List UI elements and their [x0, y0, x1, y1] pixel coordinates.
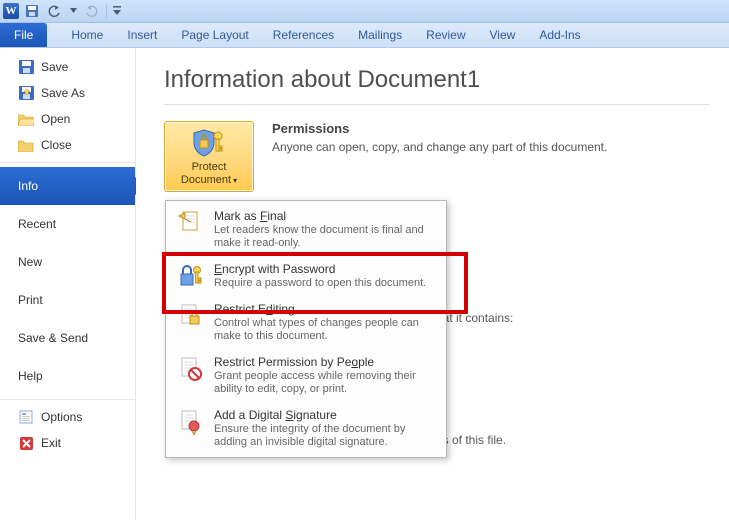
- tab-references[interactable]: References: [261, 23, 346, 47]
- tab-insert[interactable]: Insert: [115, 23, 169, 47]
- sidebar-item-label: Recent: [18, 217, 56, 231]
- word-app-icon: W: [3, 3, 19, 19]
- options-icon: [18, 410, 34, 424]
- menu-item-title: Restrict Editing: [214, 302, 436, 316]
- ribbon-tab-strip: File Home Insert Page Layout References …: [0, 23, 729, 48]
- sidebar-item-label: Save: [41, 60, 68, 74]
- menu-item-mark-final[interactable]: Mark as Final Let readers know the docum…: [166, 203, 446, 256]
- protect-document-menu: Mark as Final Let readers know the docum…: [165, 200, 447, 458]
- tab-review[interactable]: Review: [414, 23, 477, 47]
- sidebar-item-label: Exit: [41, 436, 61, 450]
- sidebar-item-close[interactable]: Close: [0, 132, 135, 158]
- menu-item-desc: Ensure the integrity of the document by …: [214, 423, 436, 449]
- sidebar-item-label: Close: [41, 138, 72, 152]
- encrypt-password-icon: [176, 262, 204, 290]
- menu-item-title: Mark as Final: [214, 209, 436, 223]
- sidebar-item-label: Options: [41, 410, 82, 424]
- qat-separator: [106, 4, 107, 18]
- file-tab[interactable]: File: [0, 23, 47, 47]
- close-file-icon: [18, 138, 34, 152]
- title-bar: W: [0, 0, 729, 23]
- qat-redo-button[interactable]: [81, 2, 101, 20]
- permissions-section: Protect Document▾ Permissions Anyone can…: [164, 121, 709, 192]
- sidebar-item-help[interactable]: Help: [0, 357, 135, 395]
- sidebar-item-open[interactable]: Open: [0, 106, 135, 132]
- save-icon: [18, 60, 34, 74]
- sidebar-separator: [0, 162, 135, 163]
- sidebar-item-recent[interactable]: Recent: [0, 205, 135, 243]
- menu-item-title: Restrict Permission by People: [214, 355, 436, 369]
- sidebar-item-label: Open: [41, 112, 70, 126]
- sidebar-item-label: New: [18, 255, 42, 269]
- menu-item-digital-signature[interactable]: Add a Digital Signature Ensure the integ…: [166, 402, 446, 455]
- mark-final-icon: [176, 209, 204, 237]
- qat-undo-more-button[interactable]: [68, 2, 78, 20]
- permissions-text-block: Permissions Anyone can open, copy, and c…: [272, 121, 607, 154]
- sidebar-item-label: Info: [18, 179, 38, 193]
- sidebar-item-label: Save & Send: [18, 331, 88, 345]
- tab-page-layout[interactable]: Page Layout: [169, 23, 260, 47]
- protect-label-line1: Protect: [169, 161, 249, 174]
- page-title: Information about Document1: [164, 66, 709, 94]
- shield-key-icon: [192, 128, 226, 158]
- menu-item-desc: Let readers know the document is final a…: [214, 224, 436, 250]
- protect-label-line2: Document▾: [169, 174, 249, 187]
- menu-item-restrict-editing[interactable]: Restrict Editing Control what types of c…: [166, 296, 446, 349]
- permissions-heading: Permissions: [272, 121, 607, 136]
- save-as-icon: [18, 86, 34, 100]
- prepare-text-tail: hat it contains:: [436, 311, 513, 325]
- menu-item-title: Encrypt with Password: [214, 262, 436, 276]
- tab-view[interactable]: View: [478, 23, 528, 47]
- restrict-people-icon: [176, 355, 204, 383]
- sidebar-item-new[interactable]: New: [0, 243, 135, 281]
- sidebar-separator: [0, 399, 135, 400]
- exit-icon: [18, 436, 34, 450]
- sidebar-item-label: Save As: [41, 86, 85, 100]
- qat-undo-button[interactable]: [45, 2, 65, 20]
- tab-mailings[interactable]: Mailings: [346, 23, 414, 47]
- sidebar-item-print[interactable]: Print: [0, 281, 135, 319]
- title-underline: [164, 104, 709, 105]
- qat-customize-button[interactable]: [112, 2, 122, 20]
- sidebar-item-exit[interactable]: Exit: [0, 430, 135, 456]
- backstage-sidebar: Save Save As Open Close Info Recent: [0, 48, 136, 520]
- sidebar-item-label: Print: [18, 293, 43, 307]
- open-icon: [18, 112, 34, 126]
- menu-item-desc: Require a password to open this document…: [214, 277, 436, 290]
- sidebar-item-options[interactable]: Options: [0, 404, 135, 430]
- menu-item-desc: Grant people access while removing their…: [214, 370, 436, 396]
- menu-item-desc: Control what types of changes people can…: [214, 317, 436, 343]
- digital-signature-icon: [176, 408, 204, 436]
- protect-document-button[interactable]: Protect Document▾: [164, 121, 254, 192]
- sidebar-item-save-send[interactable]: Save & Send: [0, 319, 135, 357]
- sidebar-item-label: Help: [18, 369, 43, 383]
- menu-item-title: Add a Digital Signature: [214, 408, 436, 422]
- permissions-description: Anyone can open, copy, and change any pa…: [272, 140, 607, 154]
- sidebar-item-save[interactable]: Save: [0, 54, 135, 80]
- sidebar-item-info[interactable]: Info: [0, 167, 135, 205]
- menu-item-encrypt-password[interactable]: Encrypt with Password Require a password…: [166, 256, 446, 296]
- tab-add-ins[interactable]: Add-Ins: [527, 23, 592, 47]
- qat-save-button[interactable]: [22, 2, 42, 20]
- sidebar-item-save-as[interactable]: Save As: [0, 80, 135, 106]
- menu-item-restrict-people[interactable]: Restrict Permission by People Grant peop…: [166, 349, 446, 402]
- restrict-editing-icon: [176, 302, 204, 330]
- tab-home[interactable]: Home: [59, 23, 115, 47]
